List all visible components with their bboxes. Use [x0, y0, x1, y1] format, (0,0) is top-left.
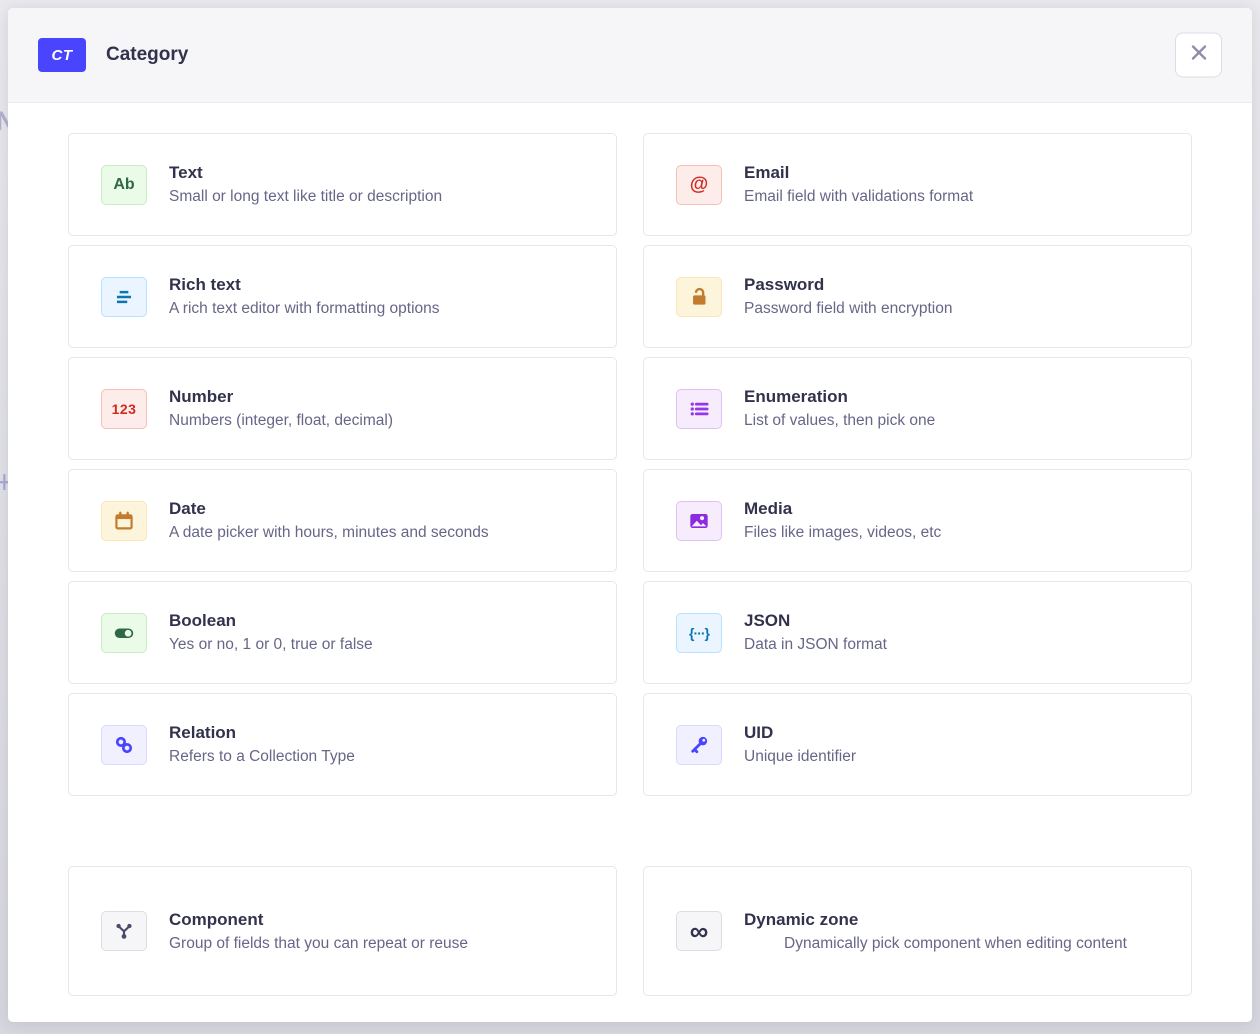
- number-123-icon: 123: [101, 389, 147, 429]
- modal-title: Category: [106, 44, 188, 66]
- close-button[interactable]: [1175, 33, 1222, 78]
- modal-header: CT Category: [8, 8, 1252, 103]
- field-card-component[interactable]: Component Group of fields that you can r…: [68, 866, 617, 996]
- calendar-icon: [101, 501, 147, 541]
- field-title: Dynamic zone: [744, 910, 1167, 930]
- field-card-rich-text[interactable]: Rich text A rich text editor with format…: [68, 245, 617, 348]
- text-ab-icon: Ab: [101, 165, 147, 205]
- field-description: Numbers (integer, float, decimal): [169, 412, 592, 430]
- field-title: Date: [169, 499, 592, 519]
- field-description: Email field with validations format: [744, 188, 1167, 206]
- field-title: Password: [744, 275, 1167, 295]
- field-card-date[interactable]: Date A date picker with hours, minutes a…: [68, 469, 617, 572]
- collection-type-badge: CT: [38, 38, 86, 72]
- key-icon: [676, 725, 722, 765]
- field-description: List of values, then pick one: [744, 412, 1167, 430]
- field-title: Rich text: [169, 275, 592, 295]
- field-description: A rich text editor with formatting optio…: [169, 300, 592, 318]
- field-description: Data in JSON format: [744, 636, 1167, 654]
- padlock-icon: [676, 277, 722, 317]
- field-description: Refers to a Collection Type: [169, 748, 592, 766]
- chain-link-icon: [101, 725, 147, 765]
- branch-nodes-icon: [101, 911, 147, 951]
- field-description: Small or long text like title or descrip…: [169, 188, 592, 206]
- infinity-icon: ∞: [676, 911, 722, 951]
- field-card-password[interactable]: Password Password field with encryption: [643, 245, 1192, 348]
- field-card-uid[interactable]: UID Unique identifier: [643, 693, 1192, 796]
- field-description: Unique identifier: [744, 748, 1167, 766]
- rich-text-lines-icon: [101, 277, 147, 317]
- field-title: Text: [169, 163, 592, 183]
- field-description: Files like images, videos, etc: [744, 524, 1167, 542]
- field-grid-main: Ab Text Small or long text like title or…: [68, 133, 1192, 796]
- field-description: Password field with encryption: [744, 300, 1167, 318]
- bullet-list-icon: [676, 389, 722, 429]
- field-title: Relation: [169, 723, 592, 743]
- field-type-list: Ab Text Small or long text like title or…: [8, 103, 1252, 996]
- field-type-picker-modal: CT Category Ab Text Small or long text l…: [8, 8, 1252, 1022]
- field-title: Media: [744, 499, 1167, 519]
- field-card-email[interactable]: @ Email Email field with validations for…: [643, 133, 1192, 236]
- field-description: Dynamically pick component when editing …: [773, 935, 1138, 953]
- field-card-relation[interactable]: Relation Refers to a Collection Type: [68, 693, 617, 796]
- field-title: Enumeration: [744, 387, 1167, 407]
- field-card-text[interactable]: Ab Text Small or long text like title or…: [68, 133, 617, 236]
- field-grid-advanced: Component Group of fields that you can r…: [68, 866, 1192, 996]
- field-description: Group of fields that you can repeat or r…: [169, 935, 592, 953]
- field-card-json[interactable]: {···} JSON Data in JSON format: [643, 581, 1192, 684]
- field-card-enumeration[interactable]: Enumeration List of values, then pick on…: [643, 357, 1192, 460]
- field-title: Boolean: [169, 611, 592, 631]
- json-braces-icon: {···}: [676, 613, 722, 653]
- field-card-number[interactable]: 123 Number Numbers (integer, float, deci…: [68, 357, 617, 460]
- field-title: JSON: [744, 611, 1167, 631]
- field-description: Yes or no, 1 or 0, true or false: [169, 636, 592, 654]
- email-at-icon: @: [676, 165, 722, 205]
- field-card-dynamic-zone[interactable]: ∞ Dynamic zone Dynamically pick componen…: [643, 866, 1192, 996]
- toggle-icon: [101, 613, 147, 653]
- field-description: A date picker with hours, minutes and se…: [169, 524, 592, 542]
- picture-icon: [676, 501, 722, 541]
- field-title: Component: [169, 910, 592, 930]
- field-title: UID: [744, 723, 1167, 743]
- field-title: Number: [169, 387, 592, 407]
- close-icon: [1188, 42, 1210, 69]
- field-card-boolean[interactable]: Boolean Yes or no, 1 or 0, true or false: [68, 581, 617, 684]
- field-card-media[interactable]: Media Files like images, videos, etc: [643, 469, 1192, 572]
- field-title: Email: [744, 163, 1167, 183]
